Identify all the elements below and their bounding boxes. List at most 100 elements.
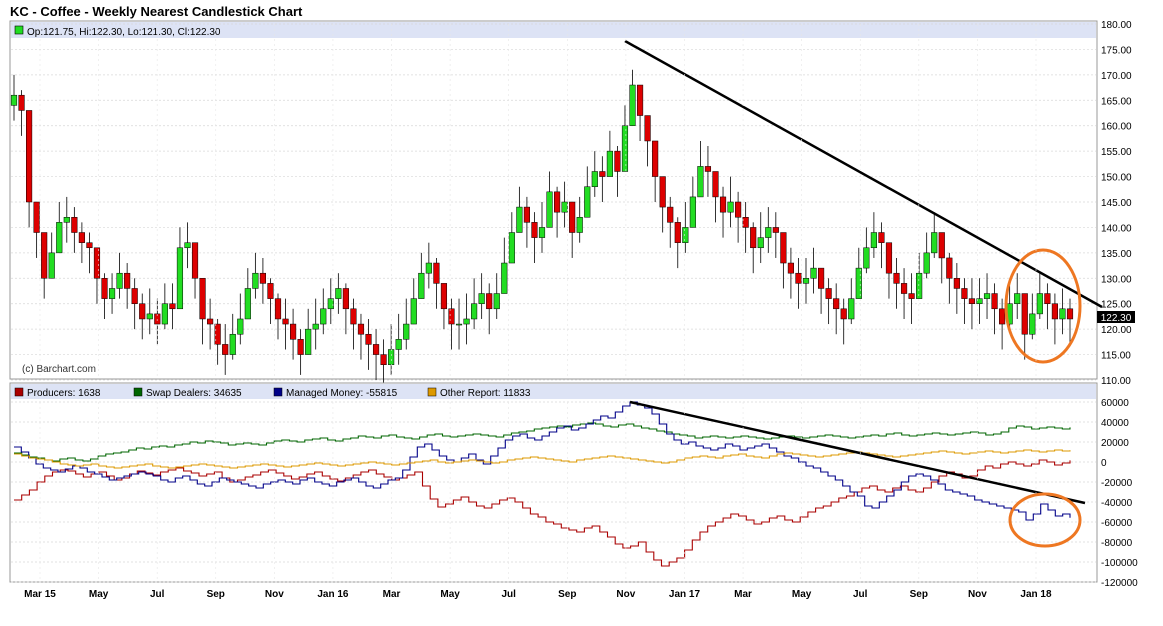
candle-body (621, 125, 629, 172)
candle-body (508, 232, 515, 264)
cot-legend-swatch (14, 387, 24, 397)
candle-body (968, 298, 976, 304)
candle-body (900, 283, 908, 294)
candle-body (410, 298, 417, 325)
candle-body (946, 257, 953, 279)
candle-body (71, 217, 78, 233)
price-tick-label: 140.00 (1101, 223, 1132, 234)
price-tick-label: 165.00 (1101, 96, 1132, 107)
candle-body (357, 323, 365, 335)
candle-body (719, 196, 727, 213)
cot-tick-label: -60000 (1101, 518, 1133, 529)
candle-body (78, 232, 85, 243)
x-tick-label: Jul (501, 589, 516, 600)
candle-body (1014, 293, 1021, 304)
cot-legend-label: Managed Money: -55815 (286, 388, 398, 399)
candle-body (878, 232, 885, 243)
candle-body (41, 232, 48, 279)
candle-body (26, 110, 33, 203)
candle-body (312, 323, 319, 330)
candle-body (546, 191, 553, 228)
candle-body (493, 293, 500, 310)
candle-body (727, 201, 734, 213)
x-tick-label: May (440, 589, 460, 600)
cot-tick-label: 0 (1101, 458, 1107, 469)
candle-body (870, 232, 877, 249)
candle-body (689, 196, 696, 228)
price-tick-label: 115.00 (1101, 351, 1131, 362)
candle-body (765, 227, 772, 238)
candle-body (184, 242, 191, 249)
x-tick-label: Sep (558, 589, 576, 600)
candle-body (735, 201, 742, 218)
candle-body (124, 272, 131, 289)
candle-body (916, 272, 923, 299)
cot-tick-label: -120000 (1101, 578, 1138, 589)
candle-body (757, 237, 764, 249)
candle-body (682, 227, 689, 243)
candle-body (274, 298, 282, 320)
candle-body (810, 267, 817, 279)
candle-body (697, 166, 704, 198)
candle-body (93, 247, 101, 279)
candle-body (380, 354, 387, 365)
candle-body (704, 166, 712, 172)
price-panel-frame (9, 20, 1098, 380)
candle-body (282, 318, 289, 325)
candle-body (455, 323, 463, 326)
price-tick-label: 145.00 (1101, 198, 1132, 209)
candle-body (848, 298, 855, 320)
candle-body (463, 318, 470, 325)
candle-body (146, 313, 153, 320)
candle-body (772, 227, 779, 233)
candle-body (448, 308, 455, 325)
candle-body (652, 140, 659, 177)
candle-body (440, 283, 448, 310)
cot-tick-label: -100000 (1101, 558, 1138, 569)
candle-body (606, 150, 613, 177)
x-tick-label: Jan 18 (1020, 589, 1052, 600)
candle-body (63, 217, 70, 223)
candle-body (742, 217, 749, 228)
price-tick-label: 110.00 (1101, 376, 1131, 387)
price-tick-label: 175.00 (1101, 45, 1132, 56)
price-tick-label: 135.00 (1101, 249, 1132, 260)
cot-legend-label: Other Report: 11833 (440, 388, 531, 399)
candle-body (131, 288, 138, 304)
candle-body (523, 206, 530, 223)
candle-body (825, 288, 832, 299)
candle-body (335, 288, 342, 299)
price-tick-label: 180.00 (1101, 20, 1132, 31)
candle-body (259, 272, 266, 284)
candle-body (191, 242, 199, 279)
candle-body (290, 323, 297, 340)
candle-body (614, 150, 621, 172)
candle-body (938, 232, 945, 259)
price-tick-label: 125.00 (1101, 300, 1132, 311)
candle-body (750, 227, 757, 249)
cot-legend-swatch (273, 387, 283, 397)
candle-body (305, 328, 312, 355)
candle-body (591, 171, 598, 187)
price-tick-label: 160.00 (1101, 122, 1132, 133)
candle-body (267, 283, 274, 299)
x-tick-label: Mar (383, 589, 401, 600)
cot-legend-swatch (427, 387, 437, 397)
price-tick-label: 130.00 (1101, 274, 1132, 285)
candle-body (1059, 308, 1066, 320)
candle-body (237, 318, 244, 335)
candle-body (1021, 293, 1028, 335)
candle-body (501, 262, 508, 294)
cot-tick-label: -40000 (1101, 498, 1133, 509)
candle-body (229, 333, 236, 355)
candle-body (116, 272, 123, 289)
cot-tick-label: 40000 (1101, 418, 1129, 429)
cot-legend-label: Swap Dealers: 34635 (146, 388, 242, 399)
candle-body (252, 272, 259, 289)
candle-body (418, 272, 425, 299)
candle-body (953, 278, 960, 289)
candle-body (516, 206, 523, 233)
x-tick-label: Nov (265, 589, 284, 600)
candle-body (787, 262, 794, 274)
candle-body (636, 84, 644, 116)
